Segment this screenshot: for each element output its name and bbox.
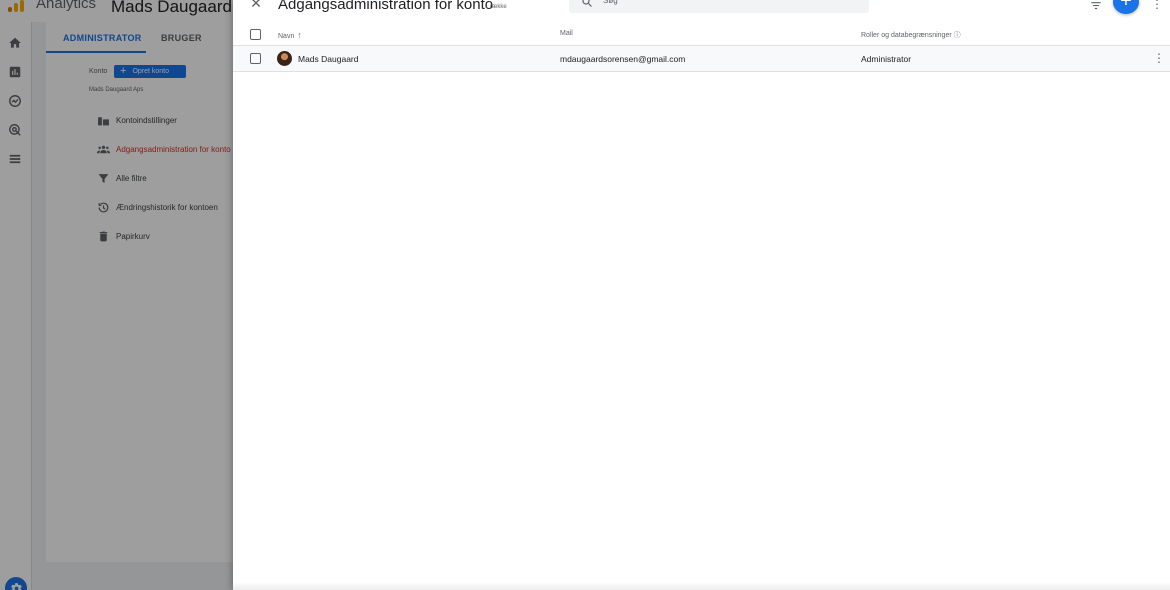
users-table: Navn ↑ Mail Roller og databegrænsninger ⓘ … [233,23,1170,72]
row-count: 1 række [485,4,507,10]
column-header-name-label: Navn [278,33,295,40]
table-header: Navn ↑ Mail Roller og databegrænsninger ⓘ [233,23,1170,46]
column-header-roles-label: Roller og databegrænsninger [861,32,952,39]
sort-arrow-up-icon: ↑ [297,30,302,40]
modal-scrim[interactable] [0,0,233,590]
search-box[interactable] [569,0,869,13]
drawer-title: Adgangsadministration for konto [278,0,494,13]
row-checkbox[interactable] [250,53,261,64]
select-all-checkbox[interactable] [250,29,261,40]
bottom-shadow [233,582,1170,590]
info-icon[interactable]: ⓘ [954,32,961,39]
column-header-name[interactable]: Navn ↑ [278,30,302,40]
user-email: mdaugaardsorensen@gmail.com [560,54,686,64]
column-header-roles[interactable]: Roller og databegrænsninger ⓘ [861,30,961,40]
more-options-icon[interactable]: ⋮ [1151,0,1163,12]
column-header-mail[interactable]: Mail [560,30,573,37]
drawer-header: ✕ Adgangsadministration for konto 1 rækk… [233,0,1170,20]
close-icon[interactable]: ✕ [249,0,263,10]
access-management-drawer: ✕ Adgangsadministration for konto 1 rækk… [233,0,1170,590]
table-row[interactable]: Mads Daugaard mdaugaardsorensen@gmail.co… [233,46,1170,72]
search-input[interactable] [603,0,853,6]
user-role: Administrator [861,54,912,64]
row-more-options-icon[interactable]: ⋮ [1153,52,1165,66]
filter-icon[interactable] [1089,0,1103,12]
search-icon [582,0,592,7]
add-user-button[interactable]: + [1113,0,1139,14]
avatar [277,51,292,66]
user-name: Mads Daugaard [298,54,359,64]
